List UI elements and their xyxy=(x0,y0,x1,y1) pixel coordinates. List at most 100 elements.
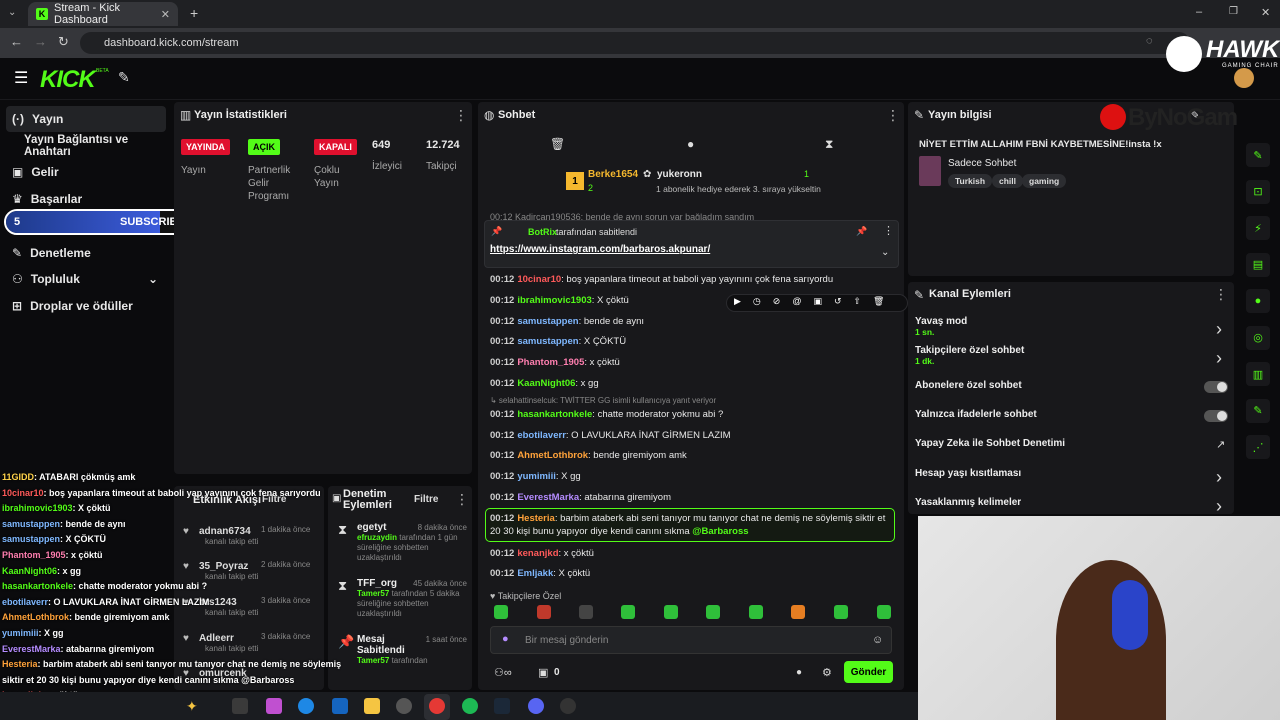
chat-username[interactable]: yumimiii xyxy=(517,471,556,482)
pinned-author[interactable]: BotRix xyxy=(528,227,557,237)
tag-pill[interactable]: Turkish xyxy=(948,174,993,188)
chat-line[interactable]: 00:12 ibrahimovic1903: X çöktü xyxy=(490,295,629,306)
sparkle-icon[interactable]: ✦ xyxy=(186,698,198,715)
moderation-target[interactable]: egetyt xyxy=(357,522,415,533)
activity-name[interactable]: 35_Poyraz xyxy=(199,561,248,572)
channel-action-item[interactable]: Hesap yaşı kısıtlaması xyxy=(915,468,1021,479)
chat-line[interactable]: 00:12 samustappen: X ÇÖKTÜ xyxy=(490,336,626,347)
activity-item[interactable]: ♥ 35_Poyraz 2 dakika önce kanalı takip etti xyxy=(183,558,318,581)
toggle-switch[interactable] xyxy=(1204,410,1228,422)
reload-icon[interactable]: ↻ xyxy=(58,34,69,50)
browser-tab[interactable]: K Stream - Kick Dashboard ✕ xyxy=(28,2,178,26)
notes-icon[interactable]: ▤ xyxy=(1246,252,1270,277)
wrench-icon[interactable]: ✎ xyxy=(1246,398,1270,423)
steam-icon[interactable] xyxy=(494,698,510,714)
chat-username[interactable]: samustappen xyxy=(517,336,578,347)
sidebar-item-denetleme[interactable]: ✎ Denetleme xyxy=(6,240,166,266)
tag-pill[interactable]: chill xyxy=(992,174,1024,188)
external-link-icon[interactable]: ↗ xyxy=(1216,438,1225,451)
reply-context[interactable]: ↳ selahattinselcuk: TWİTTER GG isimli ku… xyxy=(490,396,716,405)
channel-action-item[interactable]: Takipçilere özel sohbet 1 dk. xyxy=(915,345,1024,366)
category-thumbnail[interactable] xyxy=(919,156,941,186)
chat-username[interactable]: ebotilaverr xyxy=(517,430,566,441)
chat-username[interactable]: EverestMarka xyxy=(517,492,579,503)
channel-action-item[interactable]: Abonelere özel sohbet xyxy=(915,380,1022,391)
chat-line[interactable]: 00:12 yumimiii: X gg xyxy=(490,471,581,482)
sidebar-item-yayin[interactable]: (·) Yayın xyxy=(6,106,166,132)
chat-username[interactable]: 10cinar10 xyxy=(517,274,561,285)
chat-username[interactable]: ibrahimovic1903 xyxy=(517,295,591,306)
xbox-icon[interactable] xyxy=(396,698,412,714)
chevron-right-icon[interactable]: › xyxy=(1216,348,1222,369)
emoji-icon[interactable]: ☺ xyxy=(872,634,883,646)
recipient-name[interactable]: yukeronn xyxy=(657,169,702,180)
avatar[interactable] xyxy=(1234,68,1254,88)
moderation-item[interactable]: ⧗ egetyt 8 dakika önce efruzaydin tarafında… xyxy=(338,522,468,563)
channel-action-item[interactable]: Yasaklanmış kelimeler xyxy=(915,497,1021,508)
moderation-filter-button[interactable]: Filtre xyxy=(414,494,438,505)
folder-icon[interactable] xyxy=(364,698,380,714)
chat-username[interactable]: KaanNight06 xyxy=(517,378,575,389)
send-button[interactable]: Gönder xyxy=(844,661,893,683)
stats-menu-icon[interactable]: ⋮ xyxy=(454,107,468,124)
activity-name[interactable]: adnan6734 xyxy=(199,526,251,537)
emote-icon[interactable] xyxy=(877,605,891,619)
back-icon[interactable]: ← xyxy=(10,34,23,49)
viewers-icon[interactable]: ⚇∞ xyxy=(494,666,512,679)
moderation-target[interactable]: Mesaj Sabitlendi xyxy=(357,634,415,656)
settings-gear-icon[interactable]: ⚙ xyxy=(822,666,832,679)
emote-icon[interactable] xyxy=(791,605,805,619)
chevron-down-icon[interactable]: ⌄ xyxy=(881,247,889,258)
maximize-icon[interactable]: ❐ xyxy=(1229,6,1238,17)
tools-icon[interactable]: ✎ xyxy=(118,69,130,86)
pinned-menu-icon[interactable]: ⋮ xyxy=(883,224,894,237)
chat-menu-icon[interactable]: ⋮ xyxy=(886,107,900,124)
activity-item[interactable]: ♥ adnan6734 1 dakika önce kanalı takip etti xyxy=(183,523,318,546)
menu-icon[interactable]: ☰ xyxy=(14,68,28,88)
eye-off-icon[interactable]: ◌ xyxy=(1146,35,1153,47)
lightning-icon[interactable]: ⚡ xyxy=(1246,216,1270,240)
moderation-target[interactable]: TFF_org xyxy=(357,578,415,589)
channel-action-item[interactable]: Yalnızca ifadelerle sohbet xyxy=(915,409,1037,420)
capture-icon[interactable]: ⊡ xyxy=(1246,179,1270,204)
close-window-icon[interactable]: ✕ xyxy=(1261,6,1270,19)
chevron-right-icon[interactable]: › xyxy=(1216,467,1222,488)
emote-icon[interactable] xyxy=(494,605,508,619)
channel-action-item[interactable]: Yavaş mod 1 sn. xyxy=(915,316,967,337)
chat-username[interactable]: Phantom_1905 xyxy=(517,357,584,368)
moderation-actor[interactable]: Tamer57 xyxy=(357,656,389,665)
chat-line[interactable]: 00:12 Phantom_1905: x çöktü xyxy=(490,357,620,368)
emote-icon[interactable] xyxy=(834,605,848,619)
chevron-right-icon[interactable]: › xyxy=(1216,496,1222,517)
chat-line[interactable]: 00:12 samustappen: bende de aynı xyxy=(490,316,644,327)
copilot-icon[interactable] xyxy=(266,698,282,714)
chat-username[interactable]: kenanjkd xyxy=(517,548,558,559)
emote-icon[interactable] xyxy=(749,605,763,619)
chat-line[interactable]: 00:12 kenanjkd: x çöktü xyxy=(490,548,594,559)
store-icon[interactable]: ▣ xyxy=(538,666,548,679)
minimize-icon[interactable]: – xyxy=(1196,6,1202,18)
task-view-icon[interactable] xyxy=(232,698,248,714)
trash-icon[interactable]: 🗑 xyxy=(550,137,565,151)
sidebar-item-topluluk[interactable]: ⚇ Topluluk ⌄ xyxy=(6,266,166,292)
layout-icon[interactable]: ▥ xyxy=(1246,362,1270,386)
edit-icon[interactable]: ✎ xyxy=(1246,143,1270,167)
sidebar-item-stream-key[interactable]: Yayın Bağlantısı ve Anahtarı xyxy=(6,133,172,159)
sidebar-item-droplar[interactable]: ⊞ Droplar ve ödüller xyxy=(6,293,166,319)
channel-actions-menu-icon[interactable]: ⋮ xyxy=(1214,286,1228,303)
pinned-link[interactable]: https://www.instagram.com/barbaros.akpun… xyxy=(490,244,710,255)
chat-username[interactable]: AhmetLothbrok xyxy=(517,450,588,461)
chat-line[interactable]: 00:12 Emljakk: X çöktü xyxy=(490,568,590,579)
emote-icon[interactable] xyxy=(537,605,551,619)
moderation-item[interactable]: ⧗ TFF_org 45 dakika önce Tamer57 tarafından… xyxy=(338,578,468,619)
outlook-icon[interactable] xyxy=(332,698,348,714)
chat-line[interactable]: 00:12 hasankartonkele: chatte moderator y… xyxy=(490,409,723,420)
unpin-icon[interactable]: 📌 xyxy=(856,226,867,237)
tab-list-icon[interactable]: ⌄ xyxy=(8,7,16,18)
chat-username[interactable]: hasankartonkele xyxy=(517,409,592,420)
edge-icon[interactable] xyxy=(298,698,314,714)
chat-username[interactable]: Hesteria xyxy=(517,513,555,524)
tag-pill[interactable]: gaming xyxy=(1022,174,1067,188)
emote-icon[interactable] xyxy=(664,605,678,619)
mention[interactable]: @Barbaross xyxy=(692,526,748,537)
